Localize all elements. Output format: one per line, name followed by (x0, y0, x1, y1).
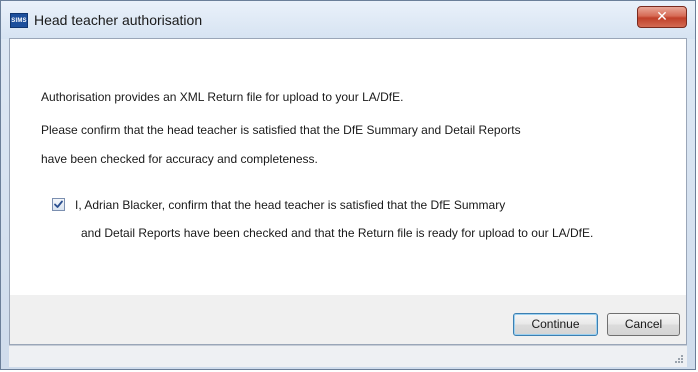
confirmation-label-line-1[interactable]: I, Adrian Blacker, confirm that the head… (75, 198, 505, 212)
checkmark-icon (54, 200, 63, 208)
info-text-line-1: Authorisation provides an XML Return fil… (41, 90, 404, 104)
resize-grip-icon[interactable] (674, 354, 684, 364)
status-bar (9, 345, 687, 367)
info-text-line-2: Please confirm that the head teacher is … (41, 123, 521, 137)
info-text-line-3: have been checked for accuracy and compl… (41, 152, 318, 166)
confirmation-label-line-2[interactable]: and Detail Reports have been checked and… (81, 226, 593, 240)
window-title: Head teacher authorisation (34, 12, 203, 28)
cancel-button[interactable]: Cancel (607, 313, 680, 336)
title-bar[interactable]: SIMS Head teacher authorisation ✕ (1, 1, 695, 39)
dialog-client-area: Authorisation provides an XML Return fil… (9, 38, 687, 345)
continue-button[interactable]: Continue (513, 313, 598, 336)
close-icon: ✕ (656, 8, 668, 24)
content-panel: Authorisation provides an XML Return fil… (10, 39, 686, 295)
close-button[interactable]: ✕ (637, 6, 687, 28)
sims-logo-icon: SIMS (10, 13, 28, 28)
confirmation-checkbox[interactable] (52, 198, 65, 211)
